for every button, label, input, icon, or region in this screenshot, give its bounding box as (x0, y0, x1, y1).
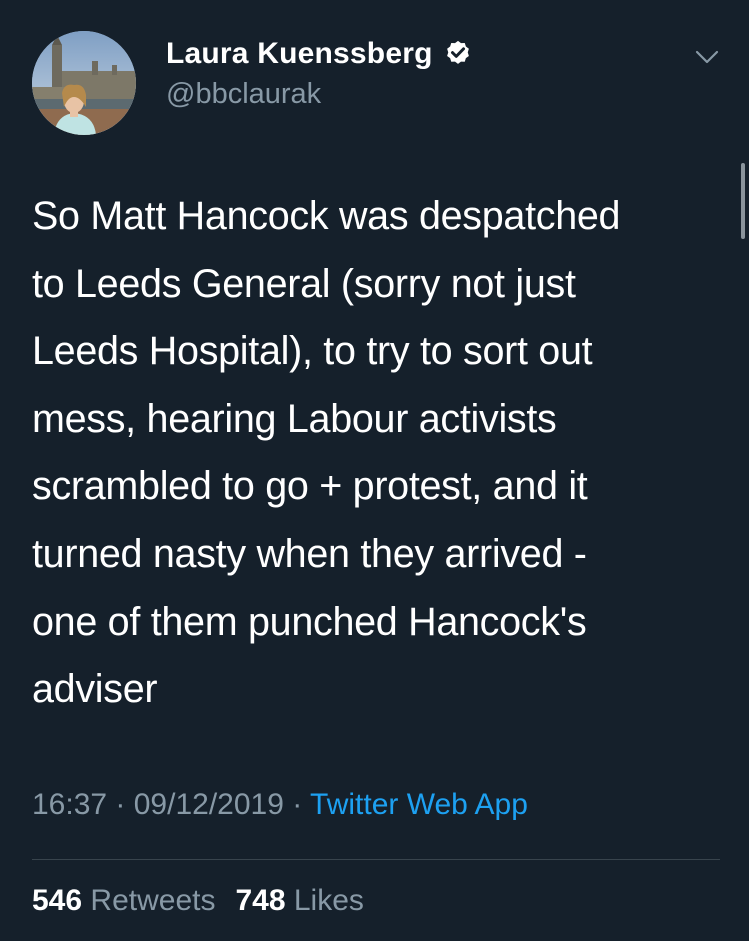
meta-separator: · (283, 788, 311, 821)
likes-stat[interactable]: 748 Likes (235, 884, 363, 917)
likes-label: Likes (293, 884, 364, 917)
author-handle[interactable]: @bbclaurak (166, 78, 321, 111)
retweets-label: Retweets (90, 884, 216, 917)
tweet-time[interactable]: 16:37 (32, 788, 107, 821)
meta-separator: · (107, 788, 134, 821)
avatar-image (32, 31, 136, 135)
scrollbar[interactable] (741, 163, 745, 239)
tweet-source-link[interactable]: Twitter Web App (310, 788, 528, 821)
retweets-count: 546 (32, 884, 83, 917)
engagement-stats: 546 Retweets 748 Likes (32, 884, 364, 918)
author-display-name[interactable]: Laura Kuenssberg (166, 37, 433, 71)
divider (32, 859, 720, 860)
chevron-down-icon[interactable] (694, 47, 720, 67)
author-name-row[interactable]: Laura Kuenssberg (166, 34, 473, 74)
likes-count: 748 (235, 884, 286, 917)
tweet-detail: Laura Kuenssberg @bbclaurak So Matt Hanc… (0, 0, 749, 941)
tweet-metadata: 16:37 · 09/12/2019 · Twitter Web App (32, 788, 528, 822)
tweet-text: So Matt Hancock was despatched to Leeds … (32, 194, 621, 712)
verified-badge-icon (446, 40, 469, 64)
tweet-date[interactable]: 09/12/2019 (134, 788, 284, 821)
retweets-stat[interactable]: 546 Retweets (32, 884, 215, 917)
avatar[interactable] (32, 31, 136, 135)
